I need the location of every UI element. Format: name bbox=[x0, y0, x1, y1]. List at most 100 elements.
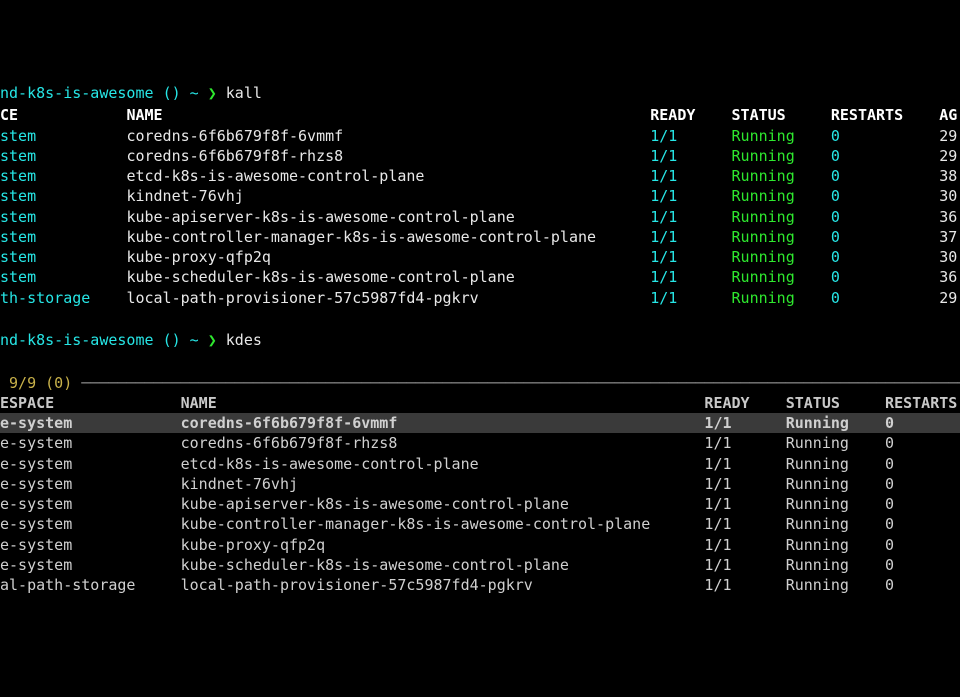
fzf-row[interactable]: e-system etcd-k8s-is-awesome-control-pla… bbox=[0, 454, 960, 474]
cell-namespace: e-system bbox=[0, 515, 181, 533]
prompt-line-1[interactable]: nd-k8s-is-awesome () ~ ❯ kall bbox=[0, 81, 960, 105]
cell-namespace: al-path-storage bbox=[0, 576, 181, 594]
cell-restarts: 0 bbox=[831, 147, 939, 165]
cell-restarts: 0 bbox=[885, 576, 894, 594]
cell-ready: 1/1 bbox=[704, 536, 785, 554]
cell-name: kube-controller-manager-k8s-is-awesome-c… bbox=[181, 515, 705, 533]
cell-name: coredns-6f6b679f8f-rhzs8 bbox=[181, 434, 705, 452]
cell-ready: 1/1 bbox=[704, 455, 785, 473]
cell-ready: 1/1 bbox=[650, 147, 731, 165]
fzf-row[interactable]: e-system kindnet-76vhj 1/1 Running 0 bbox=[0, 474, 960, 494]
cell-name: etcd-k8s-is-awesome-control-plane bbox=[181, 455, 705, 473]
cell-name: kube-scheduler-k8s-is-awesome-control-pl… bbox=[126, 268, 650, 286]
col-restarts: RESTARTS bbox=[885, 394, 957, 412]
col-namespace: ESPACE bbox=[0, 394, 181, 412]
cell-name: etcd-k8s-is-awesome-control-plane bbox=[126, 167, 650, 185]
cell-status: Running bbox=[732, 228, 831, 246]
cell-age: 30 bbox=[939, 187, 957, 205]
cell-restarts: 0 bbox=[831, 289, 939, 307]
fzf-row[interactable]: e-system kube-controller-manager-k8s-is-… bbox=[0, 514, 960, 534]
kube-context: nd-k8s-is-awesome bbox=[0, 84, 163, 102]
cell-age: 29 bbox=[939, 289, 957, 307]
command-input[interactable]: kdes bbox=[226, 331, 262, 349]
cell-status: Running bbox=[786, 475, 885, 493]
cell-namespace: e-system bbox=[0, 455, 181, 473]
fzf-status-line: 9/9 (0) ────────────────────────────────… bbox=[0, 373, 960, 393]
cell-name: kube-apiserver-k8s-is-awesome-control-pl… bbox=[126, 208, 650, 226]
cell-namespace: stem bbox=[0, 187, 126, 205]
prompt-arrow-icon: ❯ bbox=[208, 331, 226, 349]
cell-status: Running bbox=[732, 167, 831, 185]
cell-name: coredns-6f6b679f8f-6vmmf bbox=[126, 127, 650, 145]
cell-status: Running bbox=[786, 455, 885, 473]
cell-restarts: 0 bbox=[885, 556, 894, 574]
cell-ready: 1/1 bbox=[650, 208, 731, 226]
cwd: ~ bbox=[190, 331, 208, 349]
terminal[interactable]: nd-k8s-is-awesome () ~ ❯ kallCE NAME REA… bbox=[0, 81, 960, 595]
cell-namespace: e-system bbox=[0, 495, 181, 513]
cell-namespace: e-system bbox=[0, 475, 181, 493]
pods-table-row: th-storage local-path-provisioner-57c598… bbox=[0, 288, 960, 308]
cell-name: local-path-provisioner-57c5987fd4-pgkrv bbox=[126, 289, 650, 307]
fzf-row-selected[interactable]: e-system coredns-6f6b679f8f-6vmmf 1/1 Ru… bbox=[0, 413, 960, 433]
pods-table-row: stem etcd-k8s-is-awesome-control-plane 1… bbox=[0, 166, 960, 186]
git-branch: () bbox=[163, 331, 190, 349]
fzf-row[interactable]: e-system kube-proxy-qfp2q 1/1 Running 0 bbox=[0, 535, 960, 555]
spacer bbox=[0, 308, 960, 328]
cell-status: Running bbox=[786, 556, 885, 574]
cell-namespace: e-system bbox=[0, 414, 181, 432]
cell-status: Running bbox=[786, 414, 885, 432]
cell-restarts: 0 bbox=[831, 268, 939, 286]
cell-age: 37 bbox=[939, 228, 957, 246]
cell-status: Running bbox=[786, 495, 885, 513]
cell-ready: 1/1 bbox=[704, 475, 785, 493]
fzf-row[interactable]: al-path-storage local-path-provisioner-5… bbox=[0, 575, 960, 595]
cell-ready: 1/1 bbox=[650, 127, 731, 145]
spacer bbox=[0, 352, 960, 372]
cell-name: coredns-6f6b679f8f-rhzs8 bbox=[126, 147, 650, 165]
col-name: NAME bbox=[126, 106, 650, 124]
col-status: STATUS bbox=[786, 394, 885, 412]
pods-table-row: stem kube-apiserver-k8s-is-awesome-contr… bbox=[0, 207, 960, 227]
cell-age: 36 bbox=[939, 208, 957, 226]
cell-restarts: 0 bbox=[885, 495, 894, 513]
cell-ready: 1/1 bbox=[704, 576, 785, 594]
cell-ready: 1/1 bbox=[704, 515, 785, 533]
prompt-arrow-icon: ❯ bbox=[208, 84, 226, 102]
cell-namespace: stem bbox=[0, 208, 126, 226]
col-age: AG bbox=[939, 106, 957, 124]
prompt-line-2[interactable]: nd-k8s-is-awesome () ~ ❯ kdes bbox=[0, 328, 960, 352]
cell-ready: 1/1 bbox=[704, 556, 785, 574]
cell-restarts: 0 bbox=[831, 167, 939, 185]
cell-status: Running bbox=[732, 127, 831, 145]
cell-restarts: 0 bbox=[885, 515, 894, 533]
divider-icon: ────────────────────────────────────────… bbox=[72, 374, 960, 392]
fzf-row[interactable]: e-system coredns-6f6b679f8f-rhzs8 1/1 Ru… bbox=[0, 433, 960, 453]
cell-restarts: 0 bbox=[885, 455, 894, 473]
cell-namespace: stem bbox=[0, 248, 126, 266]
cell-name: coredns-6f6b679f8f-6vmmf bbox=[181, 414, 705, 432]
cell-namespace: stem bbox=[0, 127, 126, 145]
cell-namespace: stem bbox=[0, 268, 126, 286]
cell-age: 30 bbox=[939, 248, 957, 266]
cell-ready: 1/1 bbox=[650, 268, 731, 286]
cell-status: Running bbox=[732, 248, 831, 266]
col-name: NAME bbox=[181, 394, 705, 412]
cell-status: Running bbox=[732, 208, 831, 226]
cell-name: kube-proxy-qfp2q bbox=[181, 536, 705, 554]
cell-ready: 1/1 bbox=[650, 167, 731, 185]
fzf-row[interactable]: e-system kube-scheduler-k8s-is-awesome-c… bbox=[0, 555, 960, 575]
command-input[interactable]: kall bbox=[226, 84, 262, 102]
cell-restarts: 0 bbox=[831, 187, 939, 205]
col-status: STATUS bbox=[732, 106, 831, 124]
cell-restarts: 0 bbox=[885, 434, 894, 452]
cell-name: local-path-provisioner-57c5987fd4-pgkrv bbox=[181, 576, 705, 594]
cell-namespace: stem bbox=[0, 147, 126, 165]
cell-restarts: 0 bbox=[885, 475, 894, 493]
fzf-row[interactable]: e-system kube-apiserver-k8s-is-awesome-c… bbox=[0, 494, 960, 514]
cell-status: Running bbox=[786, 434, 885, 452]
cell-status: Running bbox=[732, 147, 831, 165]
cell-name: kube-proxy-qfp2q bbox=[126, 248, 650, 266]
cell-age: 38 bbox=[939, 167, 957, 185]
cell-age: 29 bbox=[939, 127, 957, 145]
